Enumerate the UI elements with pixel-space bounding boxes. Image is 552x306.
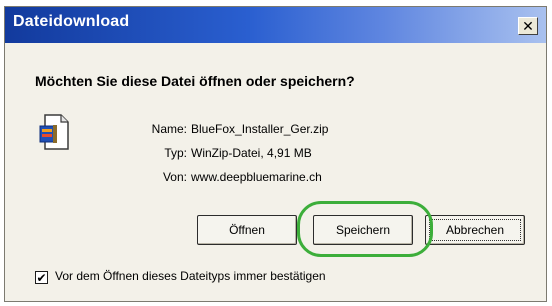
file-info-labels: Name: Typ: Von: — [139, 117, 187, 189]
file-download-dialog: Dateidownload ✕ Möchten Sie diese Datei … — [4, 6, 547, 302]
question-text: Möchten Sie diese Datei öffnen oder spei… — [35, 73, 355, 89]
file-info-values: BlueFox_Installer_Ger.zip WinZip-Datei, … — [191, 117, 328, 189]
file-type-value: WinZip-Datei, 4,91 MB — [191, 146, 312, 160]
type-label: Typ: — [164, 146, 187, 160]
zip-file-icon — [39, 114, 69, 150]
checkmark-icon: ✔ — [36, 270, 47, 285]
name-label: Name: — [151, 122, 187, 136]
always-confirm-checkbox[interactable]: ✔ — [35, 271, 48, 284]
file-name-value: BlueFox_Installer_Ger.zip — [191, 122, 329, 136]
cancel-button[interactable]: Abbrechen — [425, 215, 525, 245]
title-bar[interactable]: Dateidownload ✕ — [5, 7, 546, 43]
file-source-value: www.deepbluemarine.ch — [191, 170, 322, 184]
save-button-highlight-ring — [297, 201, 433, 257]
dialog-title: Dateidownload — [13, 13, 130, 30]
from-label: Von: — [162, 170, 187, 184]
open-button[interactable]: Öffnen — [197, 215, 297, 245]
close-button[interactable]: ✕ — [518, 17, 538, 35]
close-icon: ✕ — [522, 18, 534, 34]
always-confirm-label[interactable]: Vor dem Öffnen dieses Dateityps immer be… — [55, 269, 326, 283]
